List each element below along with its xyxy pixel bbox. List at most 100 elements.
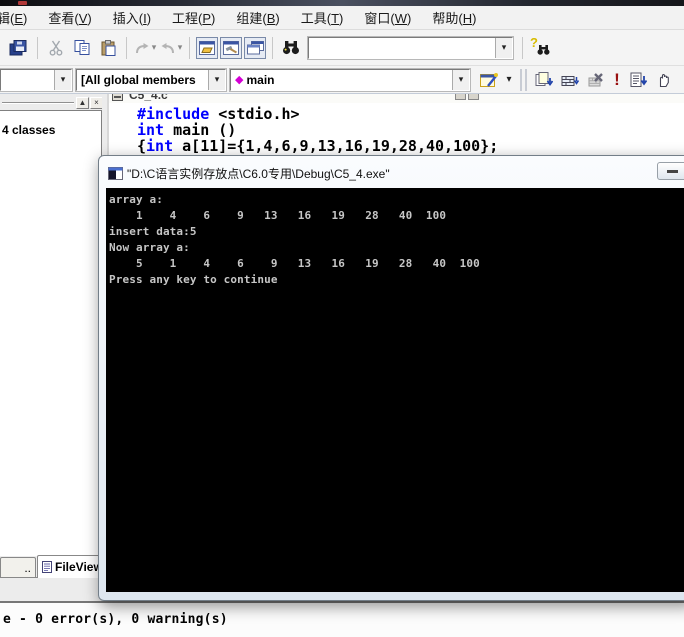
console-line: 5 1 4 6 9 13 16 19 28 40 100 xyxy=(109,256,684,272)
undo-button[interactable]: ▾ xyxy=(132,36,158,60)
toolbar-grip[interactable] xyxy=(520,69,527,91)
code-line: int main () xyxy=(137,122,684,138)
chevron-down-icon: ▾ xyxy=(502,42,507,53)
editor-minimize-button[interactable] xyxy=(455,94,466,100)
chevron-down-icon: ▾ xyxy=(61,74,66,85)
execute-button[interactable]: ! xyxy=(609,68,625,92)
cut-button[interactable] xyxy=(43,36,69,60)
class-combobox[interactable]: ▾ xyxy=(0,69,72,91)
execute-exclamation-icon: ! xyxy=(614,70,620,90)
function-diamond-icon: ◆ xyxy=(235,73,243,86)
workspace-toggle-button[interactable] xyxy=(196,37,218,59)
paste-button[interactable] xyxy=(95,36,121,60)
output-hammer-icon xyxy=(223,41,239,55)
find-combobox[interactable]: ▾ xyxy=(308,37,513,59)
console-title-text: "D:\C语言实例存放点\C6.0专用\Debug\C5_4.exe" xyxy=(127,165,390,182)
class-combobox-dropdown[interactable]: ▾ xyxy=(54,70,71,90)
members-combobox-value: [All global members xyxy=(77,73,208,87)
console-app-icon xyxy=(108,167,123,180)
save-all-icon xyxy=(9,40,29,56)
toolbar-separator xyxy=(522,37,523,59)
build-icon xyxy=(561,72,579,88)
editor-caption-text: C5_4.c xyxy=(129,94,168,102)
document-icon xyxy=(42,561,52,573)
chevron-down-icon: ▾ xyxy=(459,74,464,85)
console-client-area: array a: 1 4 6 9 13 16 19 28 40 100 inse… xyxy=(106,188,684,592)
redo-dropdown-arrow[interactable]: ▾ xyxy=(178,42,183,53)
compile-icon xyxy=(535,72,553,88)
minimize-button[interactable] xyxy=(657,162,684,180)
copy-button[interactable] xyxy=(69,36,95,60)
workspace-pane: 4 classes xyxy=(0,110,102,556)
search-binoculars-icon xyxy=(537,45,550,55)
output-toggle-button[interactable] xyxy=(220,37,242,59)
stop-build-button[interactable] xyxy=(583,68,609,92)
dock-pin-button[interactable]: ▲ xyxy=(76,97,89,109)
toolbar-separator xyxy=(37,37,38,59)
menu-tools[interactable]: 工具(T) xyxy=(294,5,351,30)
editor-maximize-button[interactable] xyxy=(468,94,479,100)
wizard-build-toolbar: ▾ [All global members ▾ ◆ main ▾ ▾ xyxy=(0,66,684,94)
binoculars-icon xyxy=(282,40,300,55)
build-output-pane: e - 0 error(s), 0 warning(s) xyxy=(0,601,684,637)
copy-icon xyxy=(74,40,90,56)
menu-project[interactable]: 工程(P) xyxy=(165,5,222,30)
triangle-up-icon: ▲ xyxy=(79,98,87,107)
redo-button[interactable]: ▾ xyxy=(158,36,184,60)
window-list-button[interactable] xyxy=(244,37,266,59)
source-editor-window[interactable]: C5_4.c #include <stdio.h> int main () {i… xyxy=(107,94,684,160)
wizard-icon xyxy=(479,72,499,88)
members-combobox[interactable]: [All global members ▾ xyxy=(76,69,226,91)
code-line: {int a[11]={1,4,6,9,13,16,19,28,40,100}; xyxy=(137,138,684,154)
toolbar-separator xyxy=(272,37,273,59)
undo-icon xyxy=(134,41,150,55)
tab-classview-partial[interactable]: .. xyxy=(0,557,36,578)
build-result-text: e - 0 error(s), 0 warning(s) xyxy=(0,603,684,627)
workspace-tabbar: .. FileView xyxy=(0,555,102,578)
code-area[interactable]: #include <stdio.h> int main () {int a[11… xyxy=(109,103,684,154)
menu-view[interactable]: 查看(V) xyxy=(41,5,98,30)
wizard-actions-button[interactable] xyxy=(476,68,502,92)
function-combobox-dropdown[interactable]: ▾ xyxy=(452,70,469,90)
function-combobox-value: main xyxy=(246,73,452,87)
close-icon: × xyxy=(94,98,99,107)
compile-button[interactable] xyxy=(531,68,557,92)
go-icon xyxy=(630,72,647,88)
tab-fileview[interactable]: FileView xyxy=(37,555,103,578)
window-menu-icon[interactable] xyxy=(112,94,123,101)
menu-window[interactable]: 窗口(W) xyxy=(357,5,418,30)
console-output: array a: 1 4 6 9 13 16 19 28 40 100 inse… xyxy=(106,188,684,288)
console-line: Now array a: xyxy=(109,240,684,256)
chevron-down-icon: ▾ xyxy=(506,74,511,85)
breakpoint-button[interactable] xyxy=(651,68,677,92)
menu-bar: 辑(E) 查看(V) 插入(I) 工程(P) 组建(B) 工具(T) 窗口(W)… xyxy=(0,6,684,30)
console-titlebar[interactable]: "D:\C语言实例存放点\C6.0专用\Debug\C5_4.exe" xyxy=(99,156,684,188)
workspace-dock-header[interactable]: ▲ × xyxy=(0,96,102,110)
build-button[interactable] xyxy=(557,68,583,92)
menu-insert[interactable]: 插入(I) xyxy=(106,5,158,30)
undo-dropdown-arrow[interactable]: ▾ xyxy=(152,42,157,53)
save-all-button[interactable] xyxy=(6,36,32,60)
stop-build-icon xyxy=(587,72,605,88)
console-line: Press any key to continue xyxy=(109,272,684,288)
code-line: #include <stdio.h> xyxy=(137,106,684,122)
minimize-icon xyxy=(667,170,678,173)
redo-icon xyxy=(160,41,176,55)
editor-caption-clipped[interactable]: C5_4.c xyxy=(109,94,684,103)
find-combobox-dropdown[interactable]: ▾ xyxy=(495,38,512,58)
find-in-files-button[interactable] xyxy=(278,36,304,60)
console-window[interactable]: "D:\C语言实例存放点\C6.0专用\Debug\C5_4.exe" arra… xyxy=(98,155,684,601)
console-line: insert data:5 xyxy=(109,224,684,240)
dock-grip-handle[interactable] xyxy=(2,102,74,104)
go-button[interactable] xyxy=(625,68,651,92)
menu-edit[interactable]: 辑(E) xyxy=(0,5,34,30)
wizard-dropdown-button[interactable]: ▾ xyxy=(502,68,516,92)
toolbar-separator xyxy=(126,37,127,59)
members-combobox-dropdown[interactable]: ▾ xyxy=(208,70,225,90)
hand-icon xyxy=(656,72,672,88)
function-combobox[interactable]: ◆ main ▾ xyxy=(230,69,470,91)
menu-help[interactable]: 帮助(H) xyxy=(425,5,483,30)
search-button[interactable]: ? xyxy=(528,36,554,60)
classview-root-item[interactable]: 4 classes xyxy=(2,123,55,137)
menu-build[interactable]: 组建(B) xyxy=(229,5,286,30)
